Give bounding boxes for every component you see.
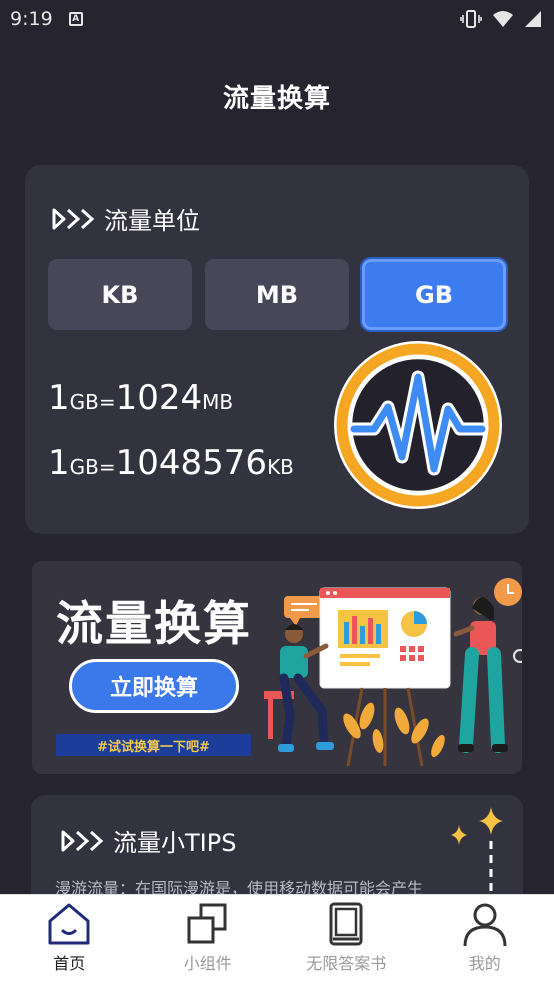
convert-now-label: 立即换算	[109, 676, 198, 701]
conv-equals: =	[98, 455, 116, 479]
conv-rhs-number: 1048576	[115, 443, 268, 483]
bottom-tab-bar: 首页 小组件 无限答案书 我的	[0, 894, 554, 984]
notification-a-icon: A	[68, 12, 83, 26]
status-bar: 9:19 A	[0, 0, 554, 38]
unit-tab-label: KB	[101, 280, 139, 309]
unit-card: 流量单位 KB MB GB 1 GB = 1024 MB 1 GB = 1048…	[25, 165, 529, 534]
tab-widgets[interactable]: 小组件	[139, 895, 278, 984]
conversion-row-mb: 1 GB = 1024 MB	[48, 378, 233, 418]
tab-profile[interactable]: 我的	[416, 895, 554, 984]
status-time: 9:19	[10, 8, 53, 30]
unit-tabs: KB MB GB	[48, 259, 506, 330]
home-icon	[48, 903, 90, 945]
conv-equals: =	[98, 390, 116, 414]
convert-now-button[interactable]: 立即换算	[69, 659, 239, 713]
conversion-row-kb: 1 GB = 1048576 KB	[48, 443, 294, 483]
wifi-icon	[493, 11, 513, 27]
conv-rhs-unit: MB	[202, 390, 234, 414]
conv-rhs-number: 1024	[115, 378, 203, 418]
page-title: 流量换算	[222, 84, 331, 114]
conv-rhs-unit: KB	[267, 455, 294, 479]
conv-lhs-number: 1	[48, 443, 70, 483]
tab-label: 首页	[53, 954, 86, 973]
conv-lhs-unit: GB	[69, 390, 99, 414]
vibrate-icon	[460, 10, 482, 28]
tips-heading: 流量小TIPS	[61, 823, 236, 858]
conv-lhs-unit: GB	[69, 455, 99, 479]
unit-card-heading: 流量单位	[52, 201, 200, 236]
unit-tab-gb[interactable]: GB	[362, 259, 506, 330]
unit-tab-mb[interactable]: MB	[205, 259, 349, 330]
banner-tagline: #试试换算一下吧#	[56, 734, 251, 756]
tab-label: 无限答案书	[306, 954, 387, 973]
conv-lhs-number: 1	[48, 378, 70, 418]
user-icon	[463, 903, 507, 947]
sparkle-icon	[451, 807, 503, 905]
tab-label: 小组件	[183, 954, 232, 973]
tips-title: 流量小TIPS	[113, 829, 237, 857]
tab-home[interactable]: 首页	[0, 895, 139, 984]
unit-tab-kb[interactable]: KB	[48, 259, 192, 330]
widgets-icon	[187, 903, 227, 944]
unit-card-title: 流量单位	[104, 207, 200, 235]
unit-tab-label: MB	[255, 280, 299, 309]
presentation-illustration	[264, 578, 522, 767]
unit-tab-label: GB	[415, 280, 453, 309]
tab-label: 我的	[468, 954, 501, 973]
pulse-gauge-icon	[334, 341, 502, 509]
signal-icon	[525, 11, 541, 27]
triple-chevron-icon	[61, 830, 104, 851]
tab-answer-book[interactable]: 无限答案书	[277, 895, 416, 984]
banner-title: 流量换算	[56, 597, 252, 652]
triple-chevron-icon	[52, 208, 95, 229]
book-icon	[329, 902, 363, 946]
convert-banner[interactable]: 流量换算 立即换算 #试试换算一下吧#	[32, 561, 522, 774]
